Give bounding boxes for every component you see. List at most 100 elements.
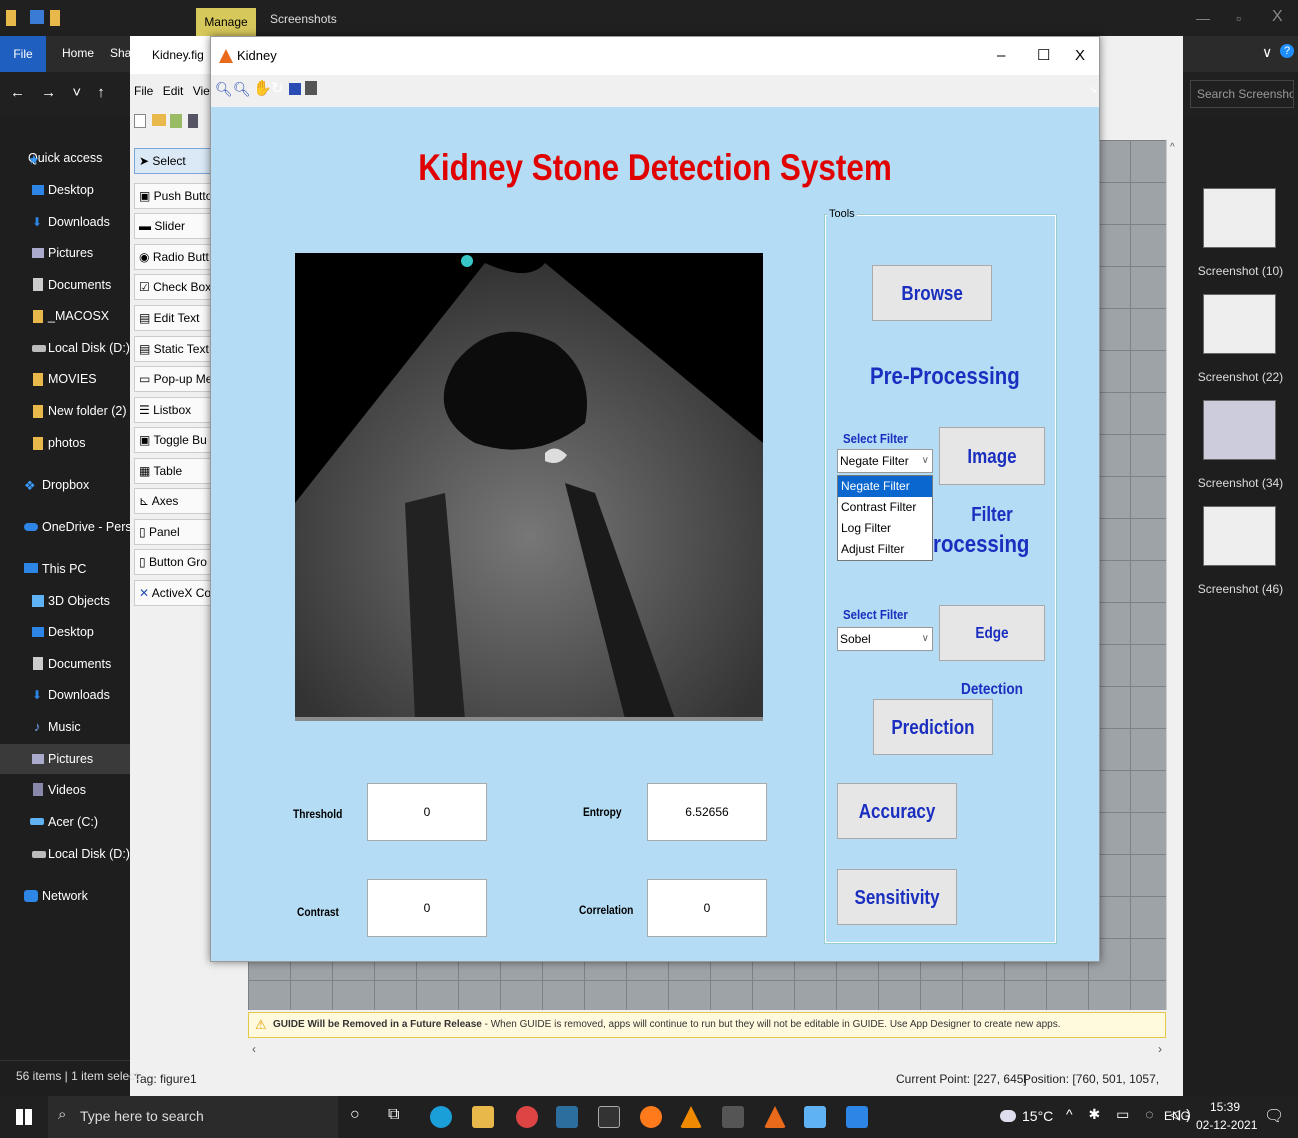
nav-documents[interactable]: Documents — [48, 275, 111, 295]
weather-icon[interactable] — [1000, 1110, 1016, 1122]
palette-button-group[interactable]: ▯ Button Gro — [134, 549, 212, 575]
dropdown-option-log[interactable]: Log Filter — [838, 518, 932, 539]
minimize-button[interactable]: – — [997, 37, 1005, 75]
minimize-icon[interactable]: — — [1196, 10, 1210, 26]
horizontal-scrollbar[interactable]: ‹ › — [248, 1040, 1166, 1060]
menu-edit[interactable]: Edit — [163, 84, 184, 98]
new-icon[interactable] — [134, 114, 146, 128]
menu-file[interactable]: File — [134, 84, 153, 98]
zoom-out-icon[interactable]: 🔍︎ — [233, 81, 251, 98]
nav-local-disk-d-pc[interactable]: Local Disk (D:) — [48, 844, 130, 864]
expand-ribbon-icon[interactable]: ∨ — [1262, 44, 1272, 61]
app-icon[interactable] — [804, 1106, 826, 1128]
clock-time[interactable]: 15:39 — [1210, 1100, 1240, 1114]
nav-pictures-pc[interactable]: Pictures — [48, 749, 93, 769]
nav-desktop-pc[interactable]: Desktop — [48, 622, 94, 642]
taskbar-search[interactable]: ⌕ Type here to search — [48, 1096, 338, 1138]
palette-panel[interactable]: ▯ Panel — [134, 519, 212, 545]
data-cursor-icon[interactable] — [305, 81, 317, 95]
nav-music[interactable]: Music — [48, 717, 81, 737]
nav-local-disk-d[interactable]: Local Disk (D:) — [48, 338, 130, 358]
notification-icon[interactable]: 🗨︎ — [1264, 1106, 1284, 1126]
close-icon[interactable]: X — [1272, 8, 1283, 26]
nav-dropbox[interactable]: Dropbox — [42, 475, 89, 495]
nav-acer-c[interactable]: Acer (C:) — [48, 812, 98, 832]
palette-check-box[interactable]: ☑ Check Box — [134, 274, 212, 300]
nav-onedrive[interactable]: OneDrive - Persona — [42, 517, 130, 537]
vlc-icon[interactable] — [680, 1106, 702, 1128]
start-icon[interactable] — [16, 1109, 32, 1125]
firefox-icon[interactable] — [640, 1106, 662, 1128]
edge-detection-button[interactable]: Edge Detection — [939, 605, 1045, 698]
palette-slider[interactable]: ▬ Slider — [134, 213, 212, 239]
palette-listbox[interactable]: ☰ Listbox — [134, 397, 212, 423]
guide-tab[interactable]: Kidney.fig — [130, 36, 210, 74]
chrome-icon[interactable] — [516, 1106, 538, 1128]
mysql-icon[interactable] — [556, 1106, 578, 1128]
sensitivity-button[interactable]: Sensitivity — [837, 869, 957, 925]
terminal-icon[interactable] — [598, 1106, 620, 1128]
nav-this-pc[interactable]: This PC — [42, 559, 86, 579]
maximize-button[interactable]: ☐ — [1037, 37, 1050, 75]
pan-icon[interactable]: ✋ — [253, 79, 272, 97]
nav-videos[interactable]: Videos — [48, 780, 86, 800]
photos-icon[interactable] — [846, 1106, 868, 1128]
task-view-icon[interactable]: ⧉ — [388, 1106, 399, 1124]
palette-select[interactable]: ➤ Select — [134, 148, 212, 174]
palette-edit-text[interactable]: ▤ Edit Text — [134, 305, 212, 331]
nav-documents-pc[interactable]: Documents — [48, 654, 111, 674]
nav-macosx[interactable]: _MACOSX — [48, 306, 109, 326]
nav-pictures[interactable]: Pictures — [48, 243, 93, 263]
zoom-in-icon[interactable]: 🔍︎ — [215, 81, 233, 98]
cortana-icon[interactable]: ○ — [350, 1106, 360, 1124]
nav-desktop[interactable]: Desktop — [48, 180, 94, 200]
nav-network[interactable]: Network — [42, 886, 88, 906]
edit-icon[interactable] — [170, 114, 182, 128]
palette-static-text[interactable]: ▤ Static Text — [134, 336, 212, 362]
save-icon[interactable] — [289, 83, 301, 95]
search-input[interactable]: Search Screenshots — [1190, 80, 1294, 108]
edge-icon[interactable] — [430, 1106, 452, 1128]
palette-table[interactable]: ▦ Table — [134, 458, 212, 484]
thumbnail-22[interactable] — [1203, 294, 1276, 354]
nav-3d-objects[interactable]: 3D Objects — [48, 591, 110, 611]
vertical-scrollbar[interactable]: ^ — [1166, 140, 1182, 1010]
nav-movies[interactable]: MOVIES — [48, 369, 97, 389]
ribbon-file[interactable]: File — [0, 36, 46, 72]
toolbar-expand-icon[interactable]: ➘ — [1089, 85, 1097, 96]
weather-temp[interactable]: 15°C — [1022, 1108, 1053, 1124]
nav-downloads-pc[interactable]: Downloads — [48, 685, 110, 705]
accuracy-button[interactable]: Accuracy — [837, 783, 957, 839]
tab-manage[interactable]: Manage — [196, 8, 256, 36]
language[interactable]: ENG — [1164, 1109, 1190, 1123]
prediction-button[interactable]: Prediction — [873, 699, 993, 755]
image-filter-button[interactable]: Image Filter — [939, 427, 1045, 526]
browse-button[interactable]: Browse — [872, 265, 992, 321]
open-icon[interactable] — [152, 114, 166, 126]
thumbnail-34[interactable] — [1203, 400, 1276, 460]
palette-axes[interactable]: ⊾ Axes — [134, 488, 212, 514]
ribbon-home[interactable]: Home — [62, 46, 94, 60]
save-icon[interactable] — [188, 114, 198, 128]
dropdown-option-adjust[interactable]: Adjust Filter — [838, 539, 932, 560]
nav-new-folder[interactable]: New folder (2) — [48, 401, 127, 421]
help-icon[interactable]: ? — [1280, 44, 1294, 58]
palette-push-button[interactable]: ▣ Push Butto — [134, 183, 212, 209]
palette-toggle-button[interactable]: ▣ Toggle Bu — [134, 427, 212, 453]
thumbnail-10[interactable] — [1203, 188, 1276, 248]
thumbnail-46[interactable] — [1203, 506, 1276, 566]
palette-popup-menu[interactable]: ▭ Pop-up Me — [134, 366, 212, 392]
nav-downloads[interactable]: Downloads — [48, 212, 110, 232]
dropdown-option-contrast[interactable]: Contrast Filter — [838, 497, 932, 518]
close-button[interactable]: X — [1075, 37, 1085, 75]
quick-access-toolbar[interactable] — [6, 10, 76, 26]
dropdown-option-negate[interactable]: Negate Filter — [838, 476, 932, 497]
nav-arrows-icon[interactable]: ← → ˅ ↑ — [10, 84, 111, 101]
notepad-icon[interactable] — [722, 1106, 744, 1128]
rotate-icon[interactable]: ↻ — [271, 79, 284, 97]
matlab-icon[interactable] — [764, 1106, 786, 1128]
maximize-icon[interactable]: ▫ — [1236, 10, 1241, 26]
filter-select[interactable]: Negate Filter ∨ — [837, 449, 933, 473]
file-explorer-icon[interactable] — [472, 1106, 494, 1128]
palette-activex[interactable]: ✕ ActiveX Co — [134, 580, 212, 606]
